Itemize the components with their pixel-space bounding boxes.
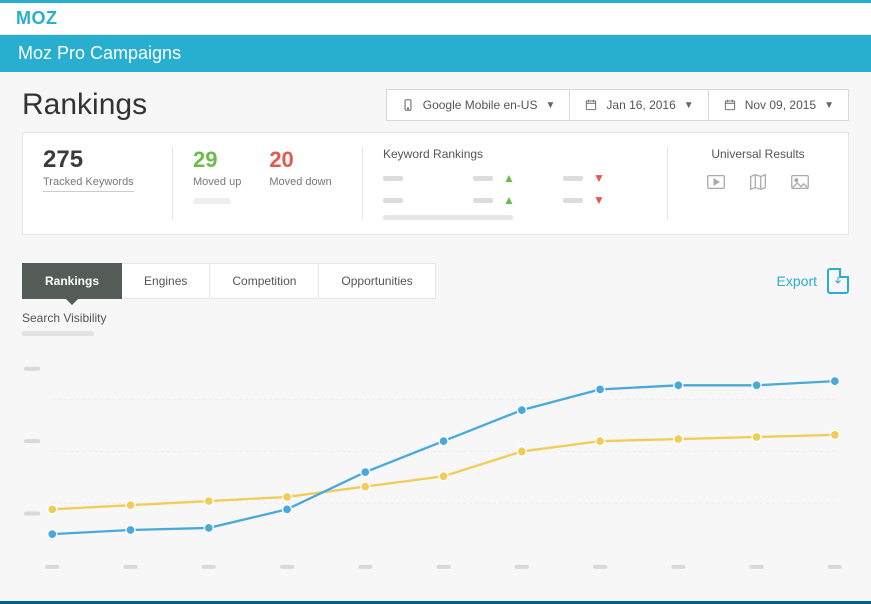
download-icon (827, 268, 849, 294)
keyword-rankings-title: Keyword Rankings (383, 147, 648, 161)
series-point-blue[interactable] (596, 385, 605, 394)
placeholder-line (563, 176, 583, 181)
video-icon (705, 171, 727, 193)
placeholder-line (383, 198, 403, 203)
series-point-yellow[interactable] (48, 505, 57, 514)
tab-opportunities[interactable]: Opportunities (318, 263, 435, 299)
brand-logo[interactable]: MOZ (16, 8, 58, 29)
series-point-yellow[interactable] (204, 497, 213, 506)
x-tick-placeholder (671, 565, 685, 569)
x-tick-placeholder (123, 565, 137, 569)
x-tick-placeholder (280, 565, 294, 569)
series-point-blue[interactable] (48, 530, 57, 539)
page-bar-title: Moz Pro Campaigns (18, 43, 181, 63)
x-tick-placeholder (437, 565, 451, 569)
keyword-rankings-box: Keyword Rankings ▲ ▼ ▲ ▼ (363, 133, 668, 234)
mobile-icon (401, 98, 415, 112)
engine-selector-label: Google Mobile en-US (423, 98, 538, 112)
placeholder-line (473, 176, 493, 181)
export-label: Export (777, 273, 817, 289)
placeholder-line (383, 215, 513, 220)
date-end-selector[interactable]: Jan 16, 2016 ▼ (569, 90, 707, 120)
page-title: Rankings (22, 88, 147, 122)
calendar-icon (723, 98, 737, 112)
date-start-label: Nov 09, 2015 (745, 98, 816, 112)
placeholder-line (193, 198, 231, 204)
series-point-blue[interactable] (361, 468, 370, 477)
series-point-yellow[interactable] (752, 432, 761, 441)
tab-competition[interactable]: Competition (209, 263, 319, 299)
moved-down-value: 20 (269, 147, 331, 173)
summary-strip: 275 Tracked Keywords 29 Moved up 20 Move… (22, 132, 849, 235)
x-tick-placeholder (358, 565, 372, 569)
y-tick-placeholder (24, 367, 40, 371)
engine-selector[interactable]: Google Mobile en-US ▼ (387, 90, 570, 120)
series-line-blue (52, 381, 835, 534)
series-point-yellow[interactable] (596, 437, 605, 446)
arrow-up-icon: ▲ (503, 171, 515, 185)
series-point-yellow[interactable] (674, 434, 683, 443)
image-icon (789, 171, 811, 193)
visibility-chart (22, 340, 849, 577)
y-tick-placeholder (24, 511, 40, 515)
x-tick-placeholder (202, 565, 216, 569)
movement-box: 29 Moved up 20 Moved down (173, 133, 363, 234)
arrow-down-icon: ▼ (593, 193, 605, 207)
moved-down-label: Moved down (269, 176, 331, 188)
moved-up-value: 29 (193, 147, 241, 173)
chart-title: Search Visibility (22, 311, 849, 325)
series-point-blue[interactable] (439, 437, 448, 446)
series-point-blue[interactable] (517, 406, 526, 415)
series-point-blue[interactable] (830, 377, 839, 386)
x-tick-placeholder (515, 565, 529, 569)
series-point-yellow[interactable] (830, 430, 839, 439)
brand-bar: MOZ (0, 3, 871, 35)
tracked-keywords-value: 275 (43, 147, 153, 173)
tab-engines[interactable]: Engines (121, 263, 210, 299)
placeholder-line (22, 331, 94, 336)
x-tick-placeholder (828, 565, 842, 569)
filter-bar: Google Mobile en-US ▼ Jan 16, 2016 ▼ Nov… (386, 89, 849, 121)
series-point-blue[interactable] (204, 523, 213, 532)
series-point-yellow[interactable] (439, 472, 448, 481)
page-bar: Moz Pro Campaigns (0, 35, 871, 72)
series-point-blue[interactable] (674, 381, 683, 390)
x-tick-placeholder (593, 565, 607, 569)
series-point-yellow[interactable] (126, 501, 135, 510)
arrow-down-icon: ▼ (593, 171, 605, 185)
placeholder-line (473, 198, 493, 203)
x-tick-placeholder (750, 565, 764, 569)
calendar-icon (584, 98, 598, 112)
tracked-keywords-link[interactable]: Tracked Keywords (43, 176, 134, 192)
tab-bar: RankingsEnginesCompetitionOpportunities (22, 263, 436, 299)
map-icon (747, 171, 769, 193)
series-point-yellow[interactable] (517, 447, 526, 456)
series-point-blue[interactable] (126, 525, 135, 534)
line-chart-svg (22, 340, 849, 577)
caret-down-icon: ▼ (824, 100, 834, 111)
tab-rankings[interactable]: Rankings (22, 263, 122, 299)
series-point-blue[interactable] (752, 381, 761, 390)
placeholder-line (563, 198, 583, 203)
y-tick-placeholder (24, 439, 40, 443)
placeholder-line (383, 176, 403, 181)
export-button[interactable]: Export (777, 268, 849, 294)
tracked-keywords-box: 275 Tracked Keywords (23, 133, 173, 234)
universal-results-box: Universal Results (668, 133, 848, 234)
moved-up-label: Moved up (193, 176, 241, 188)
caret-down-icon: ▼ (684, 100, 694, 111)
series-point-blue[interactable] (283, 505, 292, 514)
series-point-yellow[interactable] (283, 492, 292, 501)
series-point-yellow[interactable] (361, 482, 370, 491)
universal-results-title: Universal Results (688, 147, 828, 161)
x-tick-placeholder (45, 565, 59, 569)
date-end-label: Jan 16, 2016 (606, 98, 675, 112)
date-start-selector[interactable]: Nov 09, 2015 ▼ (708, 90, 848, 120)
arrow-up-icon: ▲ (503, 193, 515, 207)
caret-down-icon: ▼ (545, 100, 555, 111)
